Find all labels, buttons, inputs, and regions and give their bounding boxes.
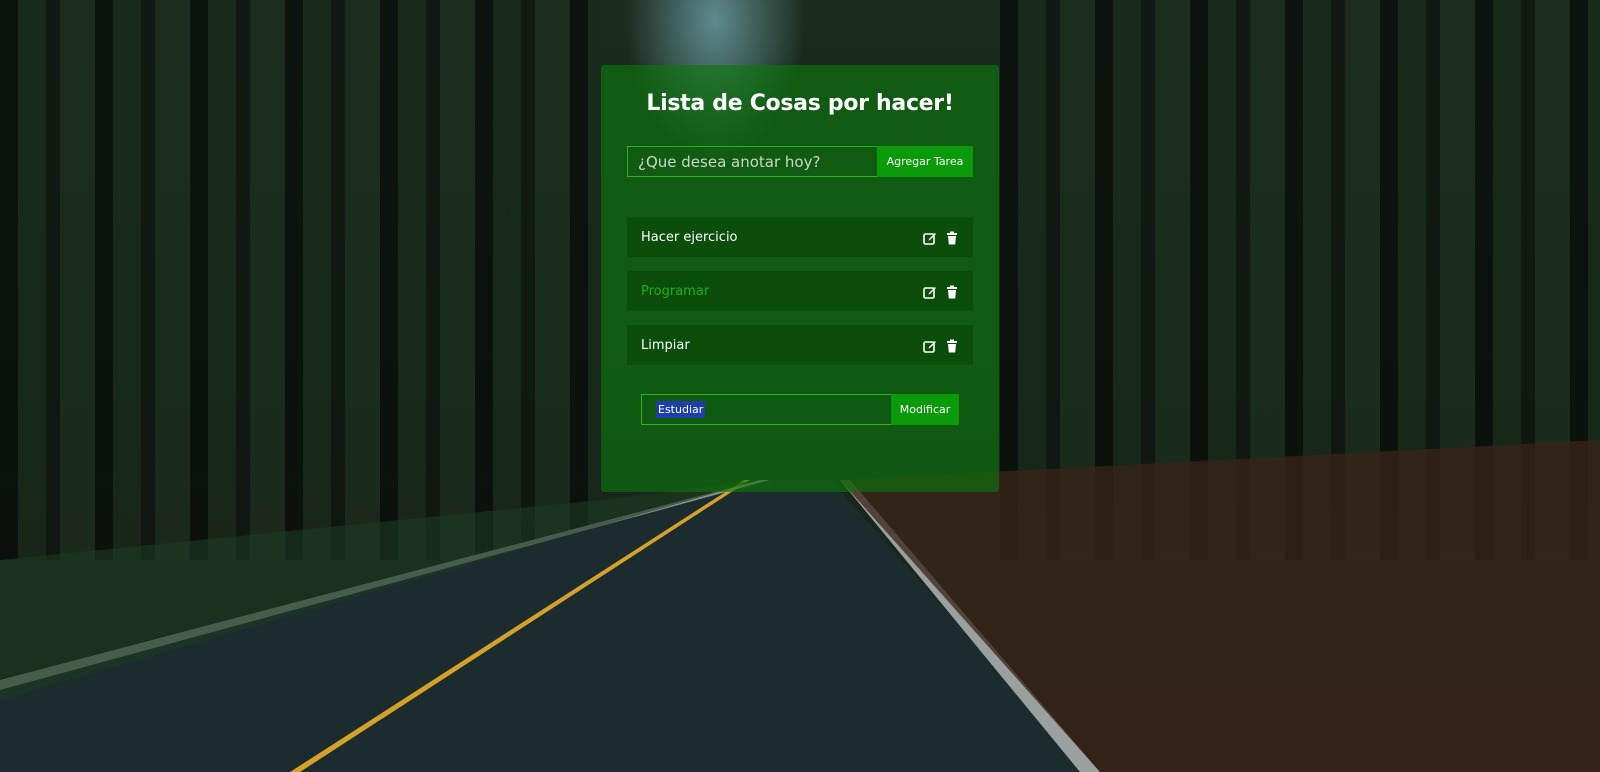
task-item: Limpiar xyxy=(627,325,973,365)
edit-icon[interactable] xyxy=(923,284,937,299)
task-actions xyxy=(923,284,959,299)
task-label[interactable]: Limpiar xyxy=(641,338,923,353)
task-item: Programar xyxy=(627,271,973,311)
trash-icon[interactable] xyxy=(945,284,959,299)
task-list: Hacer ejercicio Programar Limpiar xyxy=(627,217,973,379)
task-actions xyxy=(923,230,959,245)
add-task-form: Agregar Tarea xyxy=(627,146,973,177)
task-label[interactable]: Programar xyxy=(641,284,923,299)
todo-panel: Lista de Cosas por hacer! Agregar Tarea … xyxy=(601,65,999,492)
trash-icon[interactable] xyxy=(945,230,959,245)
page-title: Lista de Cosas por hacer! xyxy=(646,91,954,116)
edit-task-form: Estudiar Modificar xyxy=(641,394,959,425)
task-item: Hacer ejercicio xyxy=(627,217,973,257)
add-task-button[interactable]: Agregar Tarea xyxy=(877,146,973,177)
edit-icon[interactable] xyxy=(923,230,937,245)
new-task-input[interactable] xyxy=(627,146,877,177)
edit-task-input[interactable]: Estudiar xyxy=(641,394,891,425)
task-label[interactable]: Hacer ejercicio xyxy=(641,230,923,245)
task-actions xyxy=(923,338,959,353)
edit-task-selected-text: Estudiar xyxy=(656,401,706,418)
modify-button[interactable]: Modificar xyxy=(891,394,959,425)
edit-icon[interactable] xyxy=(923,338,937,353)
trash-icon[interactable] xyxy=(945,338,959,353)
